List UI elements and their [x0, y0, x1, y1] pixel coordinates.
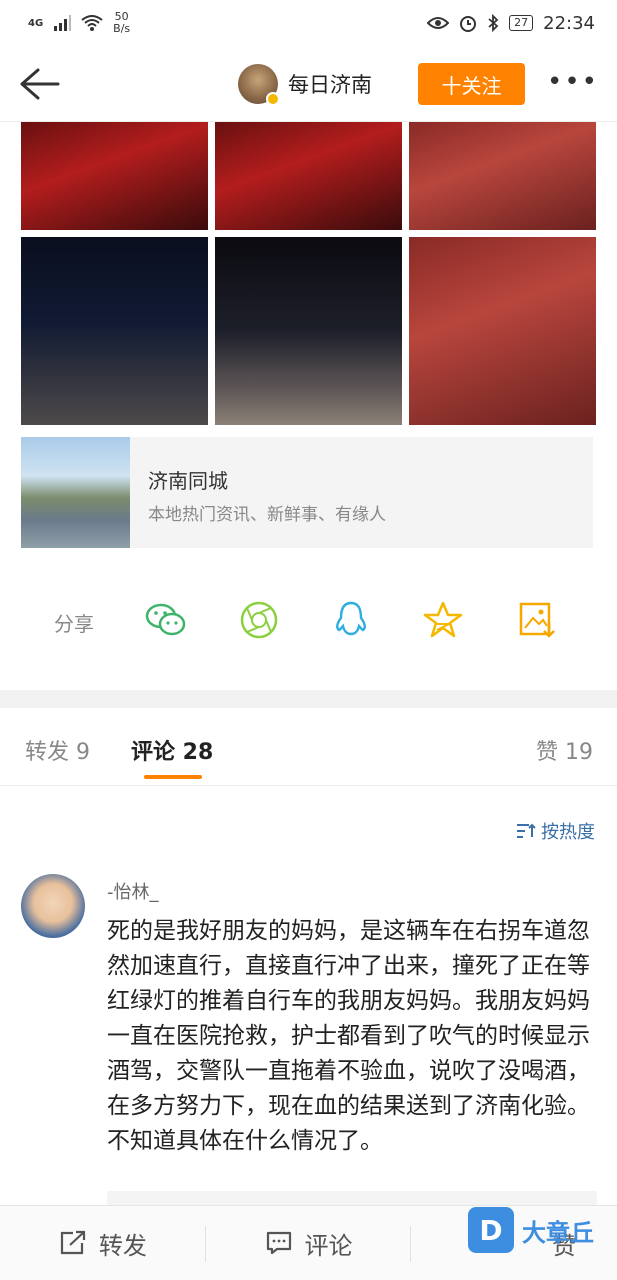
- save-image-icon[interactable]: [515, 598, 559, 642]
- eye-icon: [427, 17, 450, 29]
- watermark: D 大章丘: [468, 1204, 614, 1256]
- comment-icon: [266, 1231, 291, 1255]
- comment-text: 死的是我好朋友的妈妈，是这辆车在右拐车道忽然加速直行，直接直行冲了出来，撞死了正…: [107, 918, 590, 1154]
- photo-6[interactable]: [409, 237, 596, 425]
- sort-button[interactable]: 按热度: [515, 818, 595, 844]
- clock: 22:34: [543, 12, 595, 34]
- battery-icon: 27: [509, 15, 534, 31]
- watermark-logo-icon: D: [468, 1207, 514, 1253]
- wifi-icon: [81, 15, 103, 31]
- card-thumbnail: [21, 437, 130, 548]
- repost-label: 转发: [98, 1231, 147, 1260]
- comment-button[interactable]: 评论: [206, 1206, 412, 1280]
- repost-icon: [60, 1230, 85, 1255]
- qq-icon[interactable]: [329, 598, 373, 642]
- moments-icon[interactable]: [237, 598, 281, 642]
- status-bar: 4G 50 B/s 27 22:34: [0, 0, 617, 46]
- photo-3[interactable]: [409, 122, 596, 230]
- section-divider: [0, 690, 617, 708]
- sort-icon: [517, 823, 536, 838]
- verified-badge-icon: [266, 92, 280, 106]
- repost-button[interactable]: 转发: [0, 1206, 206, 1280]
- card-title: 济南同城: [148, 469, 228, 493]
- tab-likes[interactable]: 赞 19: [536, 734, 593, 766]
- alarm-icon: [460, 16, 477, 32]
- tab-comments[interactable]: 评论 28: [131, 734, 213, 766]
- share-label: 分享: [54, 612, 94, 636]
- wechat-icon[interactable]: [144, 598, 188, 642]
- photo-2[interactable]: [215, 122, 402, 230]
- photo-4[interactable]: [21, 237, 208, 425]
- watermark-text: 大章丘: [522, 1218, 594, 1247]
- network-speed: 50 B/s: [113, 10, 131, 35]
- comment-label: 评论: [304, 1231, 353, 1260]
- reply-preview[interactable]: [107, 1191, 597, 1205]
- back-arrow-icon[interactable]: [16, 64, 60, 104]
- account-name[interactable]: 每日济南: [288, 69, 372, 99]
- photo-1[interactable]: [21, 122, 208, 230]
- more-options-icon[interactable]: •••: [547, 69, 599, 95]
- photo-5[interactable]: [215, 237, 402, 425]
- active-tab-indicator: [144, 775, 202, 779]
- account-header[interactable]: 每日济南: [238, 64, 372, 106]
- signal-icon: [54, 15, 72, 31]
- sort-label: 按热度: [541, 822, 595, 843]
- nav-bar: 每日济南 十关注 •••: [0, 46, 617, 122]
- share-row: 分享: [0, 598, 617, 648]
- card-subtitle: 本地热门资讯、新鲜事、有缘人: [148, 505, 386, 525]
- interaction-tabs: 转发 9 评论 28 赞 19: [0, 708, 617, 786]
- tab-reposts[interactable]: 转发 9: [25, 734, 90, 766]
- bluetooth-icon: [488, 14, 499, 32]
- commenter-avatar[interactable]: [21, 874, 85, 938]
- follow-button[interactable]: 十关注: [418, 63, 525, 105]
- link-card[interactable]: 济南同城 本地热门资讯、新鲜事、有缘人: [21, 437, 593, 548]
- signal-label: 4G: [28, 17, 44, 29]
- commenter-name[interactable]: -怡林_: [107, 878, 159, 904]
- account-avatar[interactable]: [238, 64, 280, 106]
- qzone-star-icon[interactable]: [421, 598, 465, 642]
